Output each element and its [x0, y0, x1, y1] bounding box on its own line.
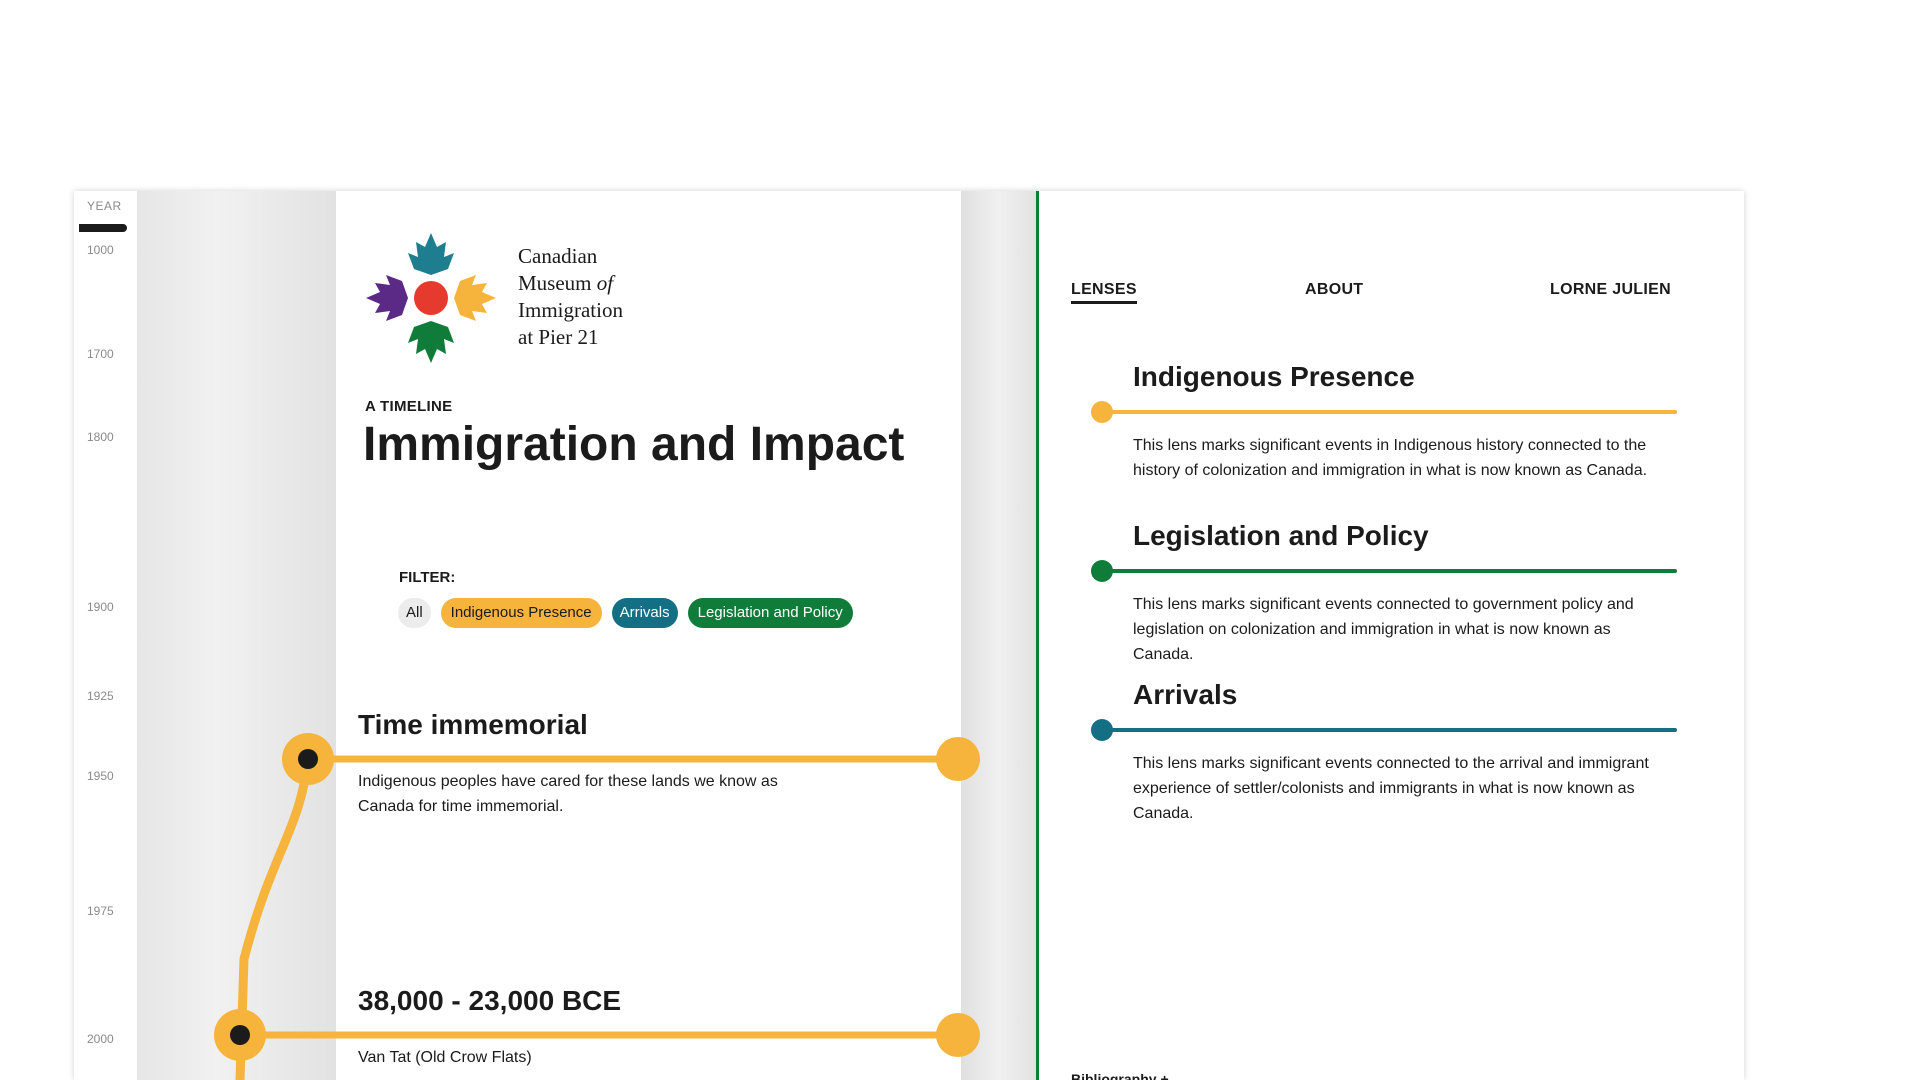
nav-about[interactable]: ABOUT: [1305, 281, 1363, 299]
lens-title-arrivals[interactable]: Arrivals: [1133, 679, 1237, 711]
lens-dot-arrivals: [1091, 719, 1113, 741]
year-tick[interactable]: 1700: [87, 347, 114, 361]
year-tick[interactable]: 1975: [87, 904, 114, 918]
event-title[interactable]: Time immemorial: [358, 709, 588, 741]
year-tick[interactable]: 1900: [87, 600, 114, 614]
app-frame: YEAR 1000 1700 1800 1900 1925 1950 1975 …: [74, 191, 1744, 1080]
lens-line-legislation: [1109, 569, 1677, 573]
maple-leaf-purple: [366, 275, 408, 321]
lens-description: This lens marks significant events in In…: [1133, 437, 1648, 479]
lens-panel: LENSES ABOUT LORNE JULIEN Indigenous Pre…: [1036, 191, 1744, 1080]
museum-name-word: Museum: [518, 271, 597, 295]
event-description: Van Tat (Old Crow Flats): [358, 1049, 532, 1066]
page-title: Immigration and Impact: [363, 418, 905, 471]
filter-chip-legislation-and-policy[interactable]: Legislation and Policy: [687, 598, 853, 628]
year-tick[interactable]: 1800: [87, 430, 114, 444]
maple-leaf-teal: [408, 233, 454, 275]
museum-name-line: Museum of: [518, 270, 623, 297]
filter-chip-all[interactable]: All: [398, 598, 431, 628]
filter-label: FILTER:: [399, 569, 456, 586]
event-title[interactable]: 38,000 - 23,000 BCE: [358, 985, 621, 1017]
lens-dot-indigenous: [1091, 401, 1113, 423]
filter-chip-indigenous-presence[interactable]: Indigenous Presence: [440, 598, 602, 628]
filter-chip-arrivals[interactable]: Arrivals: [611, 598, 678, 628]
logo-center-dot: [414, 281, 448, 315]
maple-leaf-green: [408, 321, 454, 363]
lens-line-arrivals: [1109, 728, 1677, 732]
year-ruler-label: YEAR: [87, 199, 122, 213]
year-tick[interactable]: 1950: [87, 769, 114, 783]
timeline-card: Canadian Museum of Immigration at Pier 2…: [336, 191, 961, 1080]
page-kicker: A TIMELINE: [365, 398, 453, 415]
lens-title-indigenous-presence[interactable]: Indigenous Presence: [1133, 361, 1415, 393]
event-description: Indigenous peoples have cared for these …: [358, 773, 778, 815]
museum-logo[interactable]: [366, 233, 496, 363]
lens-dot-legislation: [1091, 560, 1113, 582]
bibliography-toggle[interactable]: Bibliography +: [1071, 1071, 1169, 1080]
lens-description: This lens marks significant events conne…: [1133, 755, 1649, 822]
lens-title-legislation-and-policy[interactable]: Legislation and Policy: [1133, 520, 1429, 552]
year-tick[interactable]: 1000: [87, 243, 114, 257]
year-position-marker[interactable]: [79, 224, 127, 232]
museum-name: Canadian Museum of Immigration at Pier 2…: [518, 243, 623, 351]
timeline-gutter: [138, 191, 336, 1080]
panel-divider: [961, 191, 1036, 1080]
lens-line-indigenous: [1109, 410, 1677, 414]
filter-chips: All Indigenous Presence Arrivals Legisla…: [398, 598, 853, 628]
year-tick[interactable]: 2000: [87, 1032, 114, 1046]
nav-user-name[interactable]: LORNE JULIEN: [1550, 281, 1671, 299]
museum-name-line: Immigration: [518, 298, 623, 322]
museum-name-line: Canadian: [518, 244, 598, 268]
lens-description: This lens marks significant events conne…: [1133, 596, 1634, 663]
museum-name-italic: of: [596, 271, 614, 295]
year-tick[interactable]: 1925: [87, 689, 114, 703]
maple-leaf-orange: [454, 275, 496, 321]
museum-name-line: at Pier 21: [518, 325, 599, 349]
year-ruler[interactable]: YEAR 1000 1700 1800 1900 1925 1950 1975 …: [74, 191, 138, 1080]
nav-lenses[interactable]: LENSES: [1071, 281, 1137, 304]
